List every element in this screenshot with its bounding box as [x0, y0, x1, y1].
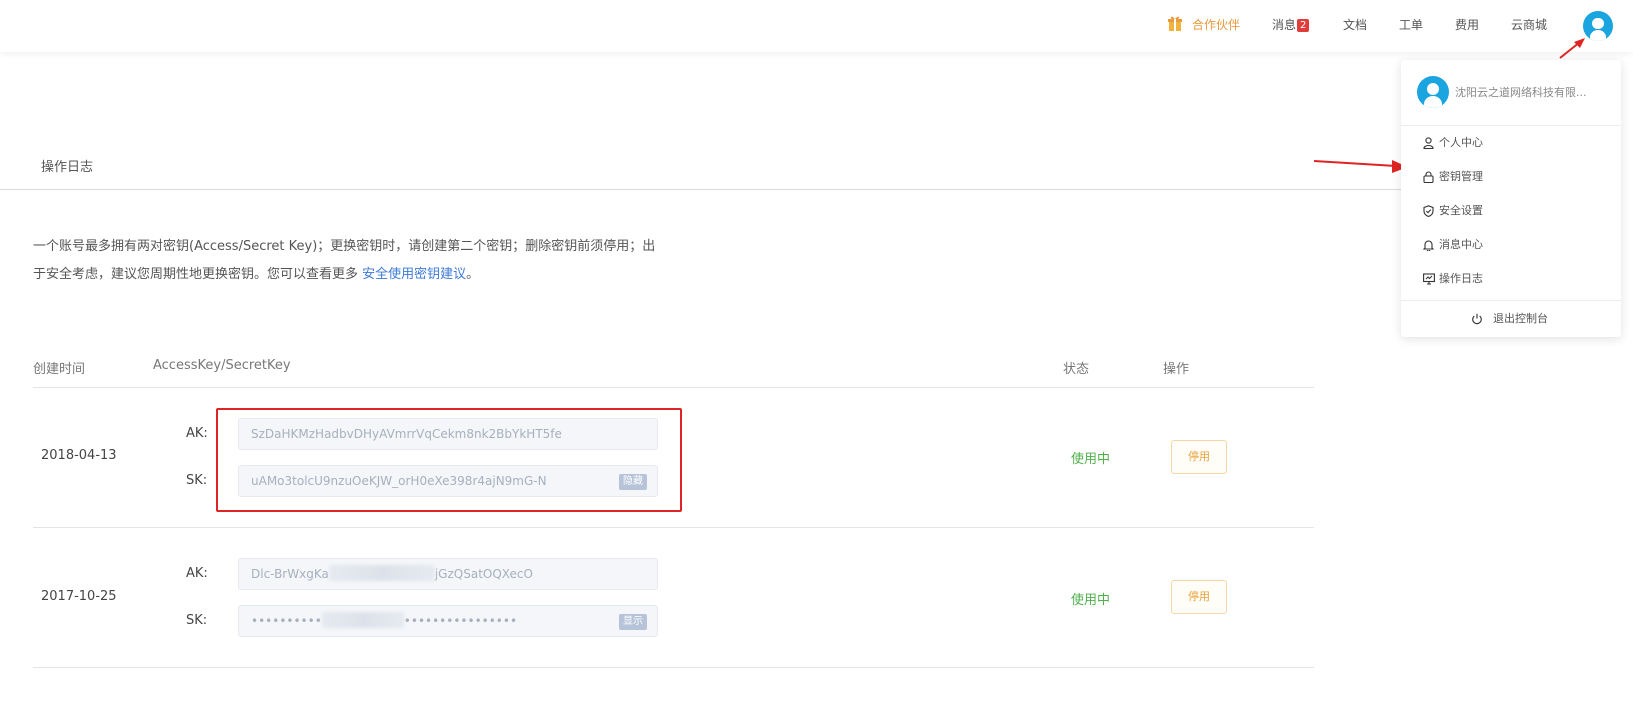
nav-partner[interactable]: 合作伙伴	[1192, 17, 1240, 33]
disable-key-button[interactable]: 停用	[1171, 440, 1227, 474]
key-notice: 一个账号最多拥有两对密钥(Access/Secret Key)；更换密钥时，请创…	[33, 233, 663, 289]
disable-key-button[interactable]: 停用	[1171, 580, 1227, 614]
table-header-divider	[33, 387, 1314, 388]
nav-messages-label: 消息	[1272, 18, 1297, 32]
secret-mask-start: ••••••••••	[251, 614, 322, 628]
header-created: 创建时间	[33, 362, 86, 377]
notice-end: 。	[466, 267, 480, 282]
ak-label: AK:	[186, 566, 208, 581]
show-secret-button[interactable]: 显示	[619, 614, 647, 630]
status-badge: 使用中	[1071, 593, 1111, 608]
menu-item-label: 消息中心	[1439, 238, 1483, 251]
annotation-highlight-box	[216, 408, 682, 512]
access-key-end: jGzQSatOQXecO	[434, 567, 533, 581]
company-name: 沈阳云之道网络科技有限...	[1455, 86, 1587, 99]
user-dropdown-menu: 沈阳云之道网络科技有限... 个人中心 密钥管理 安全设置 消息中心 操作日志 …	[1401, 60, 1621, 337]
status-badge: 使用中	[1071, 452, 1111, 467]
top-navigation-bar: 合作伙伴 消息 2 文档 工单 费用 云商城	[0, 0, 1633, 52]
ak-label: AK:	[186, 426, 208, 441]
menu-item-label: 安全设置	[1439, 204, 1483, 217]
security-advice-link[interactable]: 安全使用密钥建议	[362, 267, 466, 282]
tab-operation-log[interactable]: 操作日志	[41, 156, 93, 175]
nav-tickets[interactable]: 工单	[1399, 17, 1423, 33]
power-icon	[1472, 313, 1482, 325]
sk-label: SK:	[186, 613, 208, 628]
redacted-blur	[321, 612, 404, 628]
row-divider	[33, 527, 1314, 528]
nav-docs[interactable]: 文档	[1343, 17, 1367, 33]
logout-label: 退出控制台	[1493, 312, 1548, 325]
dropdown-divider	[1401, 300, 1621, 301]
access-key-field[interactable]: Dlc-BrWxgKa jGzQSatOQXecO	[238, 558, 658, 590]
tab-divider	[0, 189, 1405, 190]
annotation-arrow-key-management	[1313, 160, 1408, 173]
monitor-icon	[1423, 273, 1435, 285]
menu-item-label: 操作日志	[1439, 272, 1483, 285]
notice-text: 一个账号最多拥有两对密钥(Access/Secret Key)；更换密钥时，请创…	[33, 239, 656, 282]
nav-marketplace[interactable]: 云商城	[1511, 17, 1547, 33]
dropdown-divider	[1401, 125, 1621, 126]
row-divider	[33, 667, 1314, 668]
row-date: 2018-04-13	[41, 448, 117, 463]
secret-key-field[interactable]: •••••••••• •••••••••••••••• 显示	[238, 605, 658, 637]
lock-icon	[1423, 171, 1434, 183]
secret-mask-end: ••••••••••••••••	[403, 614, 518, 628]
menu-item-label: 密钥管理	[1439, 170, 1483, 183]
bell-icon	[1423, 240, 1434, 251]
shield-icon	[1423, 205, 1434, 217]
message-count-badge: 2	[1297, 19, 1310, 32]
access-key-start: Dlc-BrWxgKa	[251, 567, 329, 581]
dropdown-avatar	[1417, 76, 1449, 108]
row-date: 2017-10-25	[41, 589, 117, 604]
user-icon	[1423, 137, 1434, 149]
gift-icon	[1168, 16, 1182, 31]
header-keys: AccessKey/SecretKey	[153, 358, 291, 373]
header-action: 操作	[1163, 362, 1190, 377]
sk-label: SK:	[186, 473, 208, 488]
menu-item-label: 个人中心	[1439, 136, 1483, 149]
nav-messages[interactable]: 消息 2	[1272, 17, 1310, 33]
annotation-arrow-avatar	[1559, 38, 1585, 59]
redacted-blur	[328, 565, 435, 581]
nav-billing[interactable]: 费用	[1455, 17, 1479, 33]
header-status: 状态	[1063, 362, 1090, 377]
